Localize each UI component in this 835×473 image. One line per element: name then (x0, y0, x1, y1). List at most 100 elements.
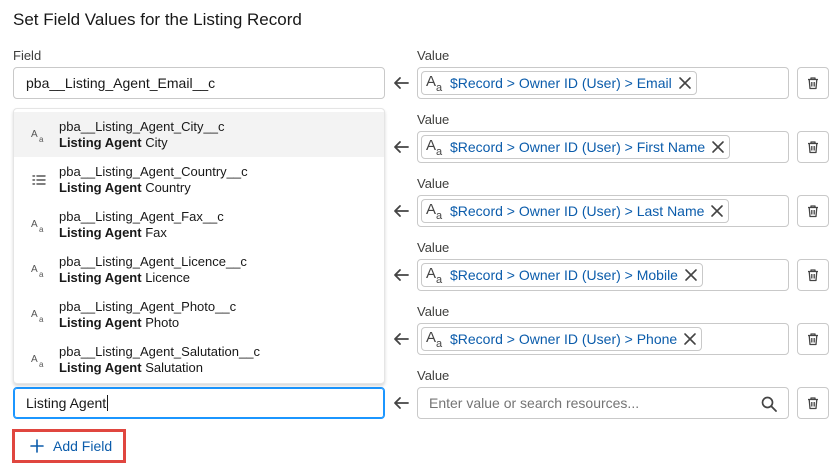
text-caret (107, 395, 109, 411)
remove-icon[interactable] (710, 204, 724, 218)
delete-row-button[interactable] (797, 131, 829, 163)
resource-pill[interactable]: Aa $Record > Owner ID (User) > Mobile (421, 263, 703, 287)
svg-text:A: A (31, 129, 38, 140)
svg-text:a: a (39, 135, 44, 143)
text-type-icon: Aa (425, 73, 447, 93)
option-label: Listing Agent Licence (59, 270, 190, 285)
add-field-button[interactable]: Add Field (12, 429, 126, 463)
remove-icon[interactable] (683, 332, 697, 346)
add-field-label: Add Field (53, 438, 113, 454)
svg-text:A: A (31, 354, 38, 365)
pill-label: $Record > Owner ID (User) > Phone (450, 331, 678, 347)
section-title: Set Field Values for the Listing Record (13, 10, 302, 29)
text-type-icon: Aa (425, 201, 447, 221)
svg-text:a: a (436, 274, 443, 285)
remove-icon[interactable] (711, 140, 725, 154)
option-label: Listing Agent Salutation (59, 360, 203, 375)
delete-row-button[interactable] (797, 259, 829, 291)
option-label: Listing Agent City (59, 135, 168, 150)
svg-text:A: A (426, 265, 436, 282)
svg-text:a: a (436, 82, 443, 93)
option-label: Listing Agent Country (59, 180, 191, 195)
field-input-1[interactable]: pba__Listing_Agent_Email__c (13, 67, 385, 99)
delete-row-button[interactable] (797, 387, 829, 419)
field-column-label: Field (13, 48, 42, 63)
search-icon[interactable] (761, 396, 777, 412)
value-search-input[interactable]: Enter value or search resources... (417, 387, 789, 419)
dropdown-option[interactable]: Aa pba__Listing_Agent_City__c Listing Ag… (14, 112, 384, 157)
text-icon: Aa (31, 217, 47, 233)
arrow-left-icon (392, 266, 410, 284)
value-input-4[interactable]: Aa $Record > Owner ID (User) > Mobile (417, 259, 789, 291)
dropdown-option[interactable]: Aa pba__Listing_Agent_Salutation__c List… (14, 337, 384, 382)
svg-text:A: A (31, 309, 38, 320)
option-label-match: Listing Agent (59, 135, 142, 150)
option-api-name: pba__Listing_Agent_Licence__c (59, 254, 247, 269)
field-search-input[interactable]: Listing Agent (13, 387, 385, 419)
option-label-rest: Salutation (141, 360, 204, 375)
text-type-icon: Aa (425, 329, 447, 349)
option-label: Listing Agent Fax (59, 225, 167, 240)
trash-icon (808, 205, 818, 218)
option-label-rest: City (141, 135, 168, 150)
svg-text:a: a (436, 146, 443, 157)
svg-text:a: a (39, 360, 44, 368)
arrow-left-icon (392, 202, 410, 220)
pill-label: $Record > Owner ID (User) > Mobile (450, 267, 678, 283)
dropdown-option[interactable]: Aa pba__Listing_Agent_Photo__c Listing A… (14, 292, 384, 337)
dropdown-option[interactable]: Aa pba__Listing_Agent_Licence__c Listing… (14, 247, 384, 292)
svg-text:a: a (436, 210, 443, 221)
remove-icon[interactable] (684, 268, 698, 282)
trash-icon (808, 269, 818, 282)
text-type-icon: Aa (425, 265, 447, 285)
svg-text:a: a (39, 315, 44, 323)
option-label-match: Listing Agent (59, 180, 142, 195)
option-label-match: Listing Agent (59, 315, 142, 330)
text-icon: Aa (31, 352, 47, 368)
pill-label: $Record > Owner ID (User) > First Name (450, 139, 706, 155)
delete-row-button[interactable] (797, 323, 829, 355)
svg-text:A: A (426, 201, 436, 218)
value-column-label: Value (417, 112, 450, 127)
resource-pill[interactable]: Aa $Record > Owner ID (User) > First Nam… (421, 135, 731, 159)
value-input-2[interactable]: Aa $Record > Owner ID (User) > First Nam… (417, 131, 789, 163)
trash-icon (808, 397, 818, 410)
value-column-label: Value (417, 304, 450, 319)
value-column-label: Value (417, 176, 450, 191)
option-api-name: pba__Listing_Agent_Salutation__c (59, 344, 260, 359)
option-label-rest: Licence (141, 270, 190, 285)
trash-icon (808, 77, 818, 90)
arrow-left-icon (392, 330, 410, 348)
delete-row-button[interactable] (797, 195, 829, 227)
text-type-icon: Aa (425, 137, 447, 157)
value-column-label: Value (417, 368, 450, 383)
remove-icon[interactable] (678, 76, 692, 90)
option-label-rest: Country (141, 180, 191, 195)
arrow-left-icon (392, 138, 410, 156)
dropdown-option[interactable]: pba__Listing_Agent_Country__c Listing Ag… (14, 157, 384, 202)
pill-label: $Record > Owner ID (User) > Last Name (450, 203, 705, 219)
svg-text:a: a (436, 338, 443, 349)
svg-text:A: A (426, 329, 436, 346)
resource-pill[interactable]: Aa $Record > Owner ID (User) > Last Name (421, 199, 730, 223)
option-api-name: pba__Listing_Agent_Fax__c (59, 209, 224, 224)
svg-text:A: A (426, 137, 436, 154)
pill-label: $Record > Owner ID (User) > Email (450, 75, 672, 91)
svg-text:A: A (426, 73, 436, 90)
value-placeholder: Enter value or search resources... (429, 395, 640, 411)
trash-icon (808, 141, 818, 154)
value-input-3[interactable]: Aa $Record > Owner ID (User) > Last Name (417, 195, 789, 227)
value-input-1[interactable]: Aa $Record > Owner ID (User) > Email (417, 67, 789, 99)
option-api-name: pba__Listing_Agent_City__c (59, 119, 225, 134)
svg-text:a: a (39, 225, 44, 233)
picklist-icon (31, 172, 47, 188)
delete-row-button[interactable] (797, 67, 829, 99)
resource-pill[interactable]: Aa $Record > Owner ID (User) > Phone (421, 327, 703, 351)
value-column-label: Value (417, 48, 450, 63)
arrow-left-icon (392, 74, 410, 92)
resource-pill[interactable]: Aa $Record > Owner ID (User) > Email (421, 71, 697, 95)
dropdown-option[interactable]: Aa pba__Listing_Agent_Fax__c Listing Age… (14, 202, 384, 247)
value-input-5[interactable]: Aa $Record > Owner ID (User) > Phone (417, 323, 789, 355)
arrow-left-icon (392, 394, 410, 412)
option-label-rest: Fax (141, 225, 167, 240)
